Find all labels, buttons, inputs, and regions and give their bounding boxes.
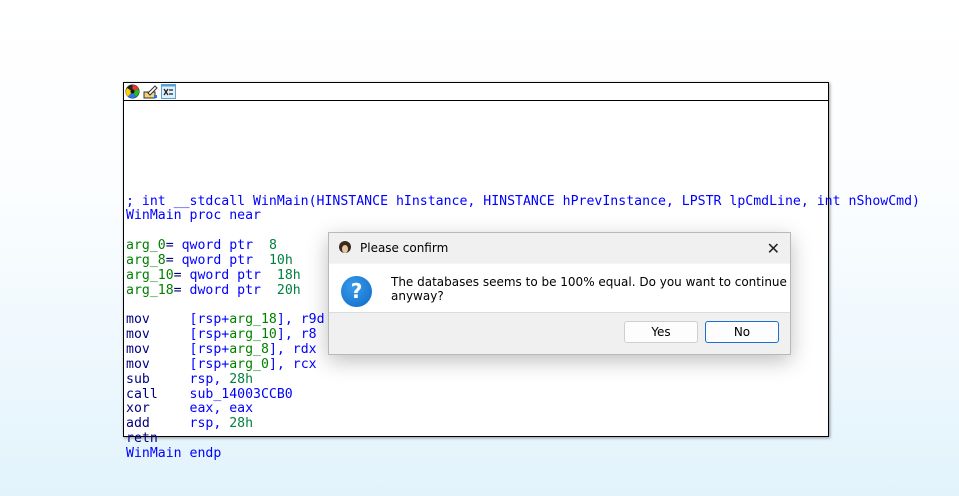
code-line[interactable]	[126, 150, 920, 165]
code-token: 20h	[276, 282, 301, 298]
app-avatar-icon	[337, 240, 353, 256]
code-token: WinMain proc near	[126, 208, 261, 224]
code-token: sub_14003CCB0	[189, 386, 293, 402]
code-token: [rsp+	[189, 356, 230, 372]
code-token: arg_0	[229, 356, 269, 372]
dialog-body: ? The databases seems to be 100% equal. …	[329, 263, 790, 313]
code-token: [rsp+	[189, 312, 230, 328]
code-token: WinMain endp	[126, 445, 222, 461]
code-token: ], r8	[276, 327, 317, 343]
code-line[interactable]	[126, 180, 920, 195]
code-token: =	[165, 238, 182, 254]
shuffle-icon[interactable]	[161, 84, 176, 99]
code-token: mov	[126, 356, 190, 372]
code-line[interactable]: ; int __stdcall WinMain(HINSTANCE hInsta…	[126, 193, 920, 210]
dialog-message: The databases seems to be 100% equal. Do…	[391, 275, 787, 303]
code-token: sub	[126, 371, 190, 387]
code-token: mov	[126, 312, 190, 328]
code-token: ], r9d	[276, 312, 325, 328]
code-token: arg_0	[126, 238, 166, 254]
code-token: rsp,	[189, 416, 230, 432]
code-token: 18h	[276, 267, 301, 283]
code-token: 28h	[229, 371, 254, 387]
code-token: =	[165, 252, 182, 268]
code-token: mov	[126, 341, 190, 357]
code-token: arg_18	[126, 282, 174, 298]
close-icon[interactable]: ✕	[767, 239, 780, 258]
code-token: 28h	[229, 416, 254, 432]
code-token: qword ptr	[181, 238, 269, 254]
code-token: arg_18	[229, 312, 277, 328]
dialog-titlebar[interactable]: Please confirm ✕	[329, 233, 790, 263]
code-line[interactable]: sub rsp, 28h	[126, 371, 920, 388]
code-token: ], rcx	[268, 356, 317, 372]
code-token: retn	[126, 431, 158, 447]
code-token: 8	[268, 238, 277, 254]
code-line[interactable]: call sub_14003CCB0	[126, 386, 920, 403]
code-line[interactable]: xor eax, eax	[126, 401, 920, 417]
code-token: dword ptr	[189, 282, 277, 298]
code-token: arg_8	[229, 341, 269, 357]
code-token: xor	[126, 401, 190, 417]
toolbar	[124, 83, 828, 101]
code-token: arg_8	[126, 252, 166, 268]
edit-icon[interactable]	[143, 84, 158, 99]
yes-button[interactable]: Yes	[624, 321, 698, 343]
code-line[interactable]: WinMain endp	[126, 445, 920, 462]
question-icon: ?	[341, 276, 372, 307]
code-line[interactable]: add rsp, 28h	[126, 416, 920, 432]
color-wheel-icon[interactable]	[125, 84, 140, 99]
code-token: =	[173, 282, 190, 298]
code-token: qword ptr	[181, 252, 269, 268]
code-token: [rsp+	[189, 327, 230, 343]
code-line[interactable]	[126, 165, 920, 180]
code-token: eax, eax	[189, 401, 254, 417]
code-line[interactable]: retn	[126, 431, 920, 447]
code-line[interactable]: WinMain proc near	[126, 208, 920, 224]
code-token: ; int __stdcall WinMain(HINSTANCE hInsta…	[126, 193, 920, 209]
code-token: =	[173, 267, 190, 283]
code-token: add	[126, 416, 190, 432]
dialog-title: Please confirm	[360, 241, 449, 255]
code-token: ], rdx	[268, 341, 317, 357]
code-token: arg_10	[229, 327, 277, 343]
code-token: [rsp+	[189, 341, 230, 357]
code-token: arg_10	[126, 267, 174, 283]
code-token: 10h	[268, 252, 293, 268]
confirm-dialog: Please confirm ✕ ? The databases seems t…	[328, 232, 791, 355]
code-token: qword ptr	[189, 267, 277, 283]
code-token: rsp,	[189, 371, 230, 387]
no-button[interactable]: No	[705, 321, 779, 343]
code-token: mov	[126, 327, 190, 343]
code-line[interactable]: mov [rsp+arg_0], rcx	[126, 356, 920, 373]
code-token: call	[126, 386, 190, 402]
